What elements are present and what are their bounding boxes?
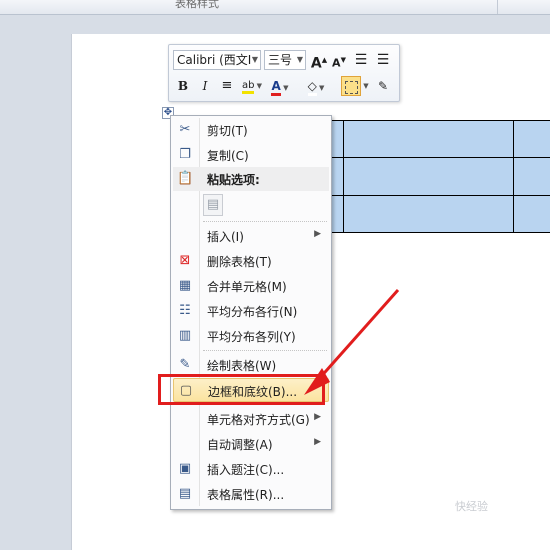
watermark: 快经验 — [455, 500, 488, 513]
annotation-arrow-icon — [304, 289, 400, 395]
